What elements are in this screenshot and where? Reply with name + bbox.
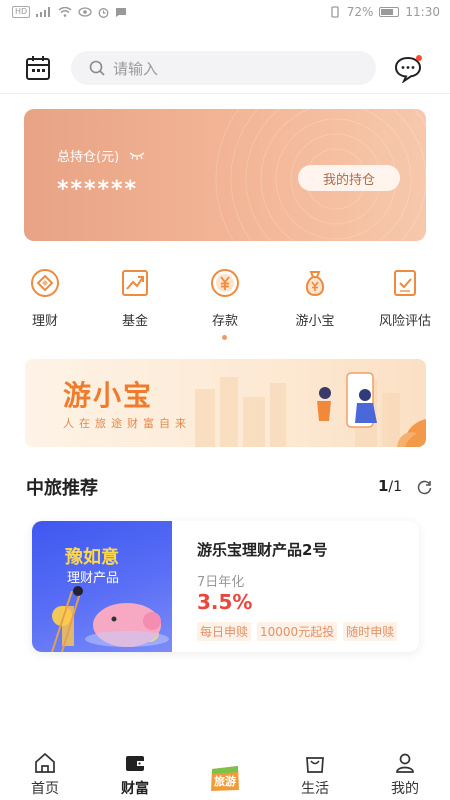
battery-icon (379, 7, 400, 17)
product-tag: 每日申赎 (197, 622, 252, 641)
banner-subtitle: 人在旅途财富自来 (63, 417, 191, 430)
eye-icon (78, 7, 92, 17)
nav-label: 游小宝 (295, 314, 335, 329)
money-bag-icon (305, 271, 325, 297)
pager-current: 1 (377, 477, 389, 495)
holdings-value: ****** (57, 177, 139, 202)
piggy-bank-illustration (51, 586, 169, 652)
banner-title: 游小宝 (63, 379, 154, 412)
holdings-label-row: 总持仓(元) (57, 146, 145, 165)
product-card[interactable]: 豫如意 理财产品 游乐宝理财产品2号 7日年化 3.5% 每日申赎 10000元… (32, 521, 419, 652)
search-placeholder: 请输入 (113, 59, 159, 78)
search-input[interactable]: 请输入 (71, 51, 376, 85)
shopping-bag-icon (306, 757, 324, 773)
status-bar: HD 72% 11:30 (0, 0, 450, 24)
nav-item-cunkuan[interactable]: 存款 (180, 268, 270, 338)
nav-label: 存款 (211, 314, 238, 329)
chart-up-icon (122, 270, 148, 296)
wallet-icon (126, 756, 144, 771)
tab-center-logo[interactable]: 旅游 (180, 749, 270, 800)
wifi-icon (58, 7, 72, 17)
search-icon (89, 60, 105, 76)
chat-button[interactable] (393, 53, 423, 84)
nav-item-youxiaobao[interactable]: 游小宝 (270, 268, 360, 338)
calendar-icon[interactable] (25, 55, 51, 81)
product-image-subtitle: 理财产品 (67, 571, 120, 586)
user-icon (396, 753, 414, 773)
checklist-icon (394, 270, 416, 296)
recommend-title: 中旅推荐 (26, 478, 98, 499)
nav-item-licai[interactable]: 理财 (0, 268, 90, 338)
recommend-pager: 1/1 (378, 477, 402, 495)
nav-label: 理财 (31, 314, 58, 329)
tab-label: 生活 (301, 781, 329, 797)
signal-icon (36, 7, 51, 17)
tab-mine[interactable]: 我的 (360, 749, 450, 800)
eye-closed-icon[interactable] (129, 151, 145, 161)
travel-logo-text: 旅游 (214, 774, 236, 788)
clock: 11:30 (405, 5, 440, 19)
travel-logo-icon: 旅游 (211, 766, 239, 791)
notification-dot (416, 55, 422, 61)
vibrate-icon (331, 6, 339, 18)
product-image-title: 豫如意 (65, 547, 119, 568)
product-name: 游乐宝理财产品2号 (197, 541, 328, 559)
tab-label: 我的 (391, 781, 419, 797)
hd-indicator: HD (12, 6, 31, 18)
message-icon (116, 7, 127, 17)
bottom-tab-bar: 首页 财富 旅游 生活 我的 (0, 749, 450, 800)
pager-total: /1 (388, 479, 402, 495)
nav-page-indicator (222, 335, 227, 340)
quick-nav: 理财 基金 存款 游小宝 风险评估 (0, 268, 450, 338)
top-header: 请输入 (0, 44, 450, 92)
coin-diamond-icon (31, 269, 59, 297)
yen-coin-icon (211, 269, 239, 297)
tab-wealth[interactable]: 财富 (90, 749, 180, 800)
product-tag: 随时申赎 (343, 622, 398, 641)
tab-life[interactable]: 生活 (270, 749, 360, 800)
tab-label: 首页 (31, 781, 59, 797)
header-divider (0, 93, 450, 94)
my-holdings-button[interactable]: 我的持仓 (298, 165, 400, 191)
product-rate-label: 7日年化 (197, 575, 245, 590)
holdings-label: 总持仓(元) (57, 150, 120, 165)
holdings-card[interactable]: 总持仓(元) ****** 我的持仓 (24, 109, 426, 241)
battery-percent: 72% (346, 5, 374, 19)
refresh-icon[interactable] (416, 478, 433, 495)
nav-item-fengxian[interactable]: 风险评估 (360, 268, 450, 338)
home-icon (35, 752, 55, 773)
product-rate: 3.5% (197, 590, 253, 614)
nav-label: 风险评估 (378, 314, 431, 329)
youxiaobao-banner[interactable]: 游小宝 人在旅途财富自来 (25, 359, 426, 447)
tab-home[interactable]: 首页 (0, 749, 90, 800)
product-image: 豫如意 理财产品 (32, 521, 172, 652)
tab-label: 财富 (121, 781, 149, 797)
alarm-icon (98, 7, 109, 18)
product-tags: 每日申赎 10000元起投 随时申赎 (197, 622, 398, 641)
nav-label: 基金 (121, 314, 148, 329)
product-tag: 10000元起投 (257, 622, 338, 641)
nav-item-jijin[interactable]: 基金 (90, 268, 180, 338)
